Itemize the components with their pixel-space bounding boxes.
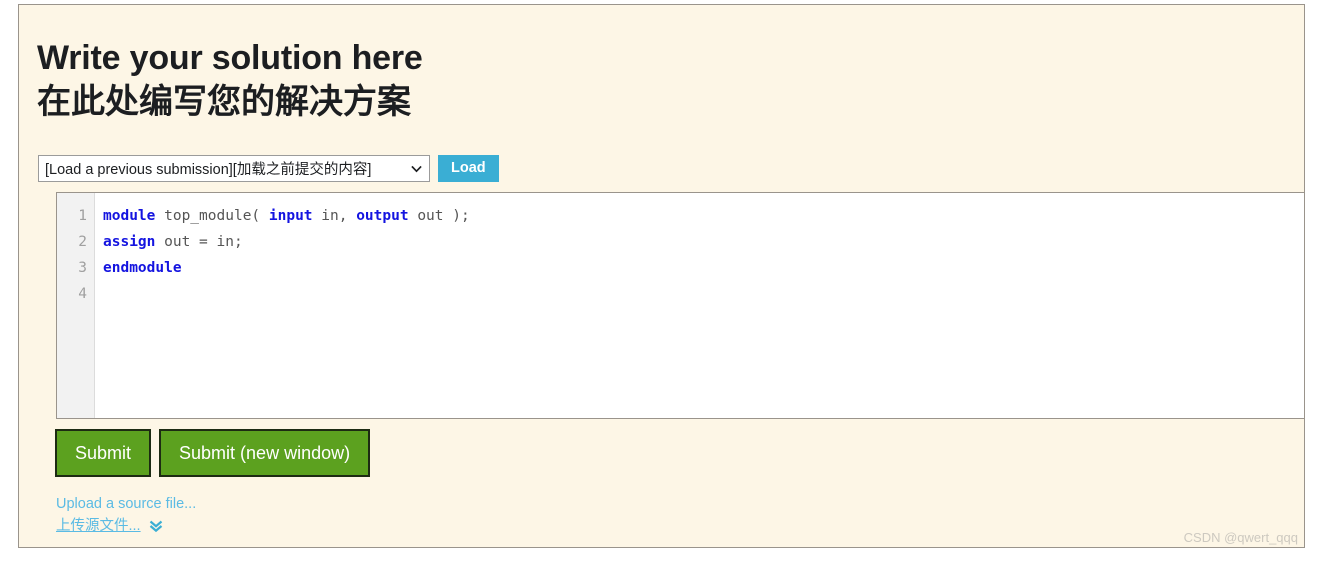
code-text: out ); [408, 208, 470, 224]
code-text: in, [312, 208, 357, 224]
code-keyword: endmodule [103, 260, 182, 276]
upload-source-file-link-en[interactable]: Upload a source file... [56, 493, 196, 515]
solution-panel: Write your solution here 在此处编写您的解决方案 [Lo… [18, 4, 1305, 548]
code-text-area[interactable]: module top_module( input in, output out … [95, 193, 1304, 418]
line-number: 4 [78, 286, 87, 302]
previous-submission-select-value: [Load a previous submission][加载之前提交的内容] [45, 162, 372, 178]
submit-button[interactable]: Submit [55, 429, 152, 477]
code-line: endmodule [103, 255, 1304, 281]
submit-button-row: Submit Submit (new window) [55, 429, 371, 477]
submit-new-window-button[interactable]: Submit (new window) [159, 429, 371, 477]
double-chevron-down-icon[interactable] [148, 519, 164, 533]
code-editor[interactable]: 1 2 3 4 module top_module( input in, output… [56, 192, 1304, 419]
code-keyword: assign [103, 234, 156, 250]
code-text: out = in; [155, 234, 243, 250]
upload-link-zh-row: 上传源文件... [56, 515, 196, 537]
upload-link-en-row: Upload a source file... [56, 493, 196, 515]
upload-source-file-block: Upload a source file... 上传源文件... [56, 493, 196, 537]
code-line: module top_module( input in, output out … [103, 203, 1304, 229]
code-keyword: input [268, 208, 313, 224]
chevron-down-icon [411, 165, 422, 172]
page-title-en: Write your solution here [37, 39, 423, 77]
load-submission-row: [Load a previous submission][加载之前提交的内容] … [38, 155, 499, 182]
load-button[interactable]: Load [438, 155, 499, 182]
code-keyword: module [103, 208, 156, 224]
code-keyword: output [356, 208, 409, 224]
csdn-watermark: CSDN @qwert_qqq [1183, 530, 1298, 545]
code-text: top_module( [155, 208, 269, 224]
previous-submission-select[interactable]: [Load a previous submission][加载之前提交的内容] [38, 155, 430, 182]
code-line: assign out = in; [103, 229, 1304, 255]
line-number: 3 [78, 260, 87, 276]
line-number: 1 [78, 208, 87, 224]
line-number: 2 [78, 234, 87, 250]
page-title-zh: 在此处编写您的解决方案 [37, 83, 411, 121]
line-number-gutter: 1 2 3 4 [57, 193, 95, 418]
upload-source-file-link-zh[interactable]: 上传源文件... [56, 515, 141, 537]
page-title: Write your solution here 在此处编写您的解决方案 [37, 36, 937, 124]
